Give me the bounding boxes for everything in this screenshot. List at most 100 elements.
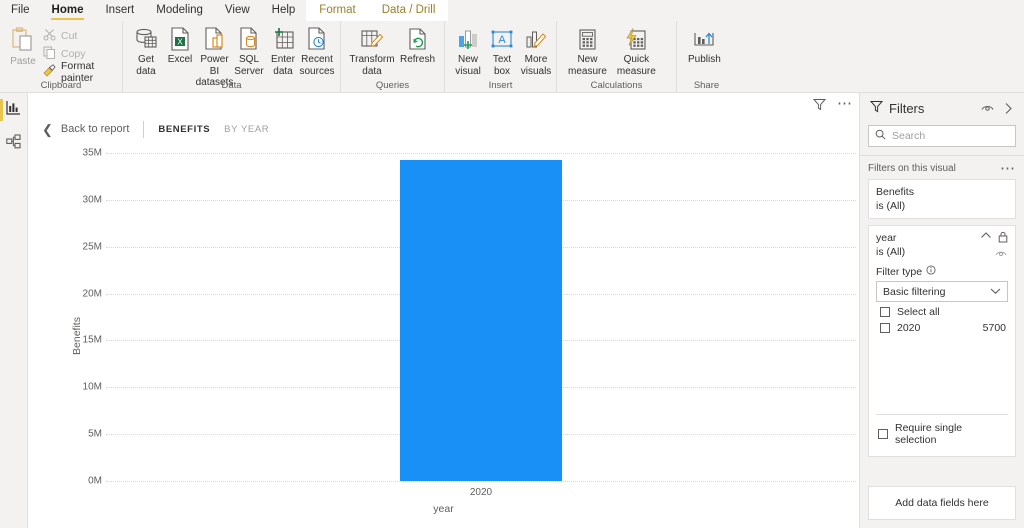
filter-type-dropdown[interactable]: Basic filtering — [876, 281, 1008, 302]
transform-data-button[interactable]: Transform data — [347, 24, 397, 79]
filters-search-input[interactable]: Search — [868, 125, 1016, 147]
filter-card-state: is (All) — [876, 246, 906, 258]
filter-card-name: year — [876, 232, 897, 244]
chevron-right-icon[interactable] — [1001, 101, 1016, 116]
filter-card-year[interactable]: year is (All) Filter type Basic filterin… — [868, 225, 1016, 457]
require-single-selection-label: Require single selection — [895, 422, 963, 446]
ribbon-group-data: Get data X Excel Power BI datasets SQL S… — [122, 21, 340, 93]
x-axis-category-label: 2020 — [469, 487, 493, 498]
chevron-left-icon: ❮ — [42, 121, 53, 137]
y-axis-tick-label: 25M — [82, 241, 102, 253]
text-box-label: Text box — [492, 54, 512, 77]
filter-type-value: Basic filtering — [883, 285, 946, 298]
ribbon-tab-modeling[interactable]: Modeling — [145, 0, 214, 21]
refresh-icon — [407, 26, 429, 52]
more-options-icon[interactable]: ⋯ — [1000, 161, 1016, 176]
visual-header-toolbar: ⋯ — [811, 93, 853, 115]
filter-option-select-all[interactable]: Select all — [876, 302, 1008, 318]
new-visual-button[interactable]: New visual — [451, 24, 485, 79]
excel-button[interactable]: X Excel — [163, 24, 197, 68]
cut-button[interactable]: Cut — [40, 28, 116, 43]
breadcrumb-by-year[interactable]: BY YEAR — [224, 124, 269, 135]
new-measure-button[interactable]: New measure — [563, 24, 612, 79]
enter-data-button[interactable]: Enter data — [266, 24, 300, 79]
get-data-button[interactable]: Get data — [129, 24, 163, 79]
ribbon-tab-insert[interactable]: Insert — [94, 0, 145, 21]
sidebar-item-model-view[interactable] — [0, 127, 27, 161]
recent-sources-icon — [306, 26, 328, 52]
filter-type-label: Filter type — [876, 265, 923, 278]
ribbon-tab-home[interactable]: Home — [41, 0, 95, 21]
format-painter-button[interactable]: Format painter — [40, 60, 116, 84]
ribbon-tab-view[interactable]: View — [214, 0, 261, 21]
ribbon-tab-bar: File Home Insert Modeling View Help Form… — [0, 0, 1024, 21]
ribbon-group-label-data: Data — [221, 80, 242, 91]
funnel-icon — [869, 100, 884, 116]
filter-option-2020[interactable]: 2020 5700 — [876, 318, 1008, 334]
filter-option-label: Select all — [897, 306, 940, 318]
cut-label: Cut — [61, 29, 78, 42]
svg-text:A: A — [498, 34, 506, 46]
publish-label: Publish — [688, 54, 721, 65]
new-measure-icon — [576, 26, 598, 52]
ribbon-group-label-queries: Queries — [375, 80, 410, 91]
y-axis-tick-label: 35M — [82, 147, 102, 159]
sidebar-item-report-view[interactable] — [0, 93, 27, 127]
excel-icon: X — [169, 26, 191, 52]
bar-chart-plot[interactable]: Benefits 35M 30M 25M 20M 15M 10M 5M 0M 2020 yea… — [28, 143, 859, 528]
add-data-fields-label: Add data fields here — [895, 497, 989, 509]
filters-section-title: Filters on this visual — [868, 163, 956, 174]
scissors-icon — [43, 28, 56, 44]
filters-pane-header: Filters — [860, 93, 1024, 123]
drill-breadcrumb-header: ❮ Back to report BENEFITS BY YEAR — [28, 115, 859, 143]
refresh-button[interactable]: Refresh — [397, 24, 438, 68]
ribbon-group-queries: Transform data Refresh Queries — [340, 21, 444, 93]
ribbon-group-calculations: New measure Quick measure Calculations — [556, 21, 676, 93]
require-single-selection-row[interactable]: Require single selection — [876, 415, 1008, 451]
filters-on-this-visual-section: Filters on this visual ⋯ Benefits is (Al… — [860, 155, 1024, 482]
breadcrumb-benefits[interactable]: BENEFITS — [158, 124, 210, 135]
publish-button[interactable]: Publish — [683, 24, 726, 68]
text-box-button[interactable]: A Text box — [485, 24, 519, 79]
clipboard-icon — [10, 26, 36, 56]
checkbox[interactable] — [878, 429, 888, 439]
ribbon-group-label-clipboard: Clipboard — [40, 80, 82, 91]
sql-server-button[interactable]: SQL Server — [232, 24, 266, 79]
filter-card-state: is (All) — [876, 200, 906, 212]
bar-column[interactable] — [400, 159, 562, 481]
back-to-report-button[interactable]: ❮ Back to report — [28, 121, 129, 137]
power-bi-window: File Home Insert Modeling View Help Form… — [0, 0, 1024, 528]
filter-card-benefits[interactable]: Benefits is (All) — [868, 179, 1016, 219]
y-axis-labels: 35M 30M 25M 20M 15M 10M 5M 0M — [70, 143, 102, 528]
gridline — [106, 153, 856, 154]
filters-pane: Filters Search Filters on this visual ⋯ … — [860, 93, 1024, 528]
funnel-icon[interactable] — [811, 96, 827, 112]
eye-icon[interactable] — [980, 101, 995, 116]
more-options-icon[interactable]: ⋯ — [837, 96, 853, 112]
quick-measure-button[interactable]: Quick measure — [612, 24, 661, 79]
ribbon-group-label-calculations: Calculations — [590, 80, 643, 91]
ribbon-tab-help[interactable]: Help — [261, 0, 307, 21]
recent-sources-button[interactable]: Recent sources — [300, 24, 335, 79]
info-icon[interactable] — [926, 265, 936, 278]
refresh-label: Refresh — [400, 54, 436, 65]
ribbon-tab-format[interactable]: Format — [306, 0, 369, 21]
transform-data-icon — [360, 26, 384, 52]
ribbon-tab-file[interactable]: File — [0, 0, 41, 21]
checkbox[interactable] — [880, 323, 890, 333]
add-data-fields-dropzone[interactable]: Add data fields here — [868, 486, 1016, 520]
paste-button[interactable]: Paste — [6, 24, 40, 67]
y-axis-tick-label: 5M — [88, 428, 102, 440]
lock-icon[interactable] — [998, 231, 1008, 246]
chevron-up-icon[interactable] — [980, 231, 992, 246]
new-visual-icon — [456, 26, 480, 52]
eye-icon[interactable] — [995, 249, 1007, 261]
checkbox[interactable] — [880, 307, 890, 317]
ribbon-tab-data-drill[interactable]: Data / Drill — [368, 0, 449, 21]
y-axis-tick-label: 30M — [82, 194, 102, 206]
model-relationships-icon — [6, 134, 21, 154]
ribbon: Paste Cut Copy Format painter Clipboard … — [0, 21, 1024, 93]
more-visuals-button[interactable]: More visuals — [519, 24, 553, 79]
y-axis-tick-label: 15M — [82, 334, 102, 346]
new-visual-label: New visual — [455, 54, 481, 77]
